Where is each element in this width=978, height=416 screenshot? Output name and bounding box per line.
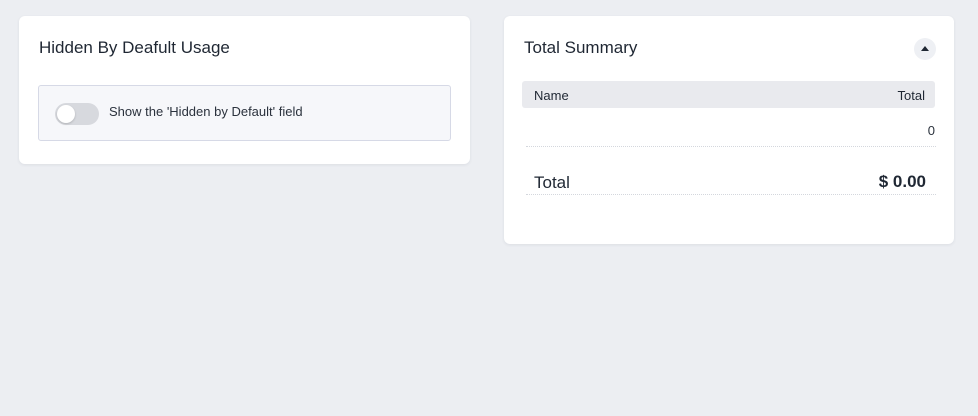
show-hidden-field-label[interactable]: Show the 'Hidden by Default' field [109,104,303,120]
hidden-field-option-box: Show the 'Hidden by Default' field [38,85,451,141]
row-divider [526,146,936,147]
total-summary-card: Total Summary Name Total 0 Total $ 0.00 [504,16,954,244]
column-header-name: Name [534,88,569,103]
grand-total-value: $ 0.00 [878,172,926,191]
table-row-total-cell: 0 [927,123,935,138]
collapse-button[interactable] [914,38,936,60]
summary-table-header: Name Total [522,81,935,108]
hidden-by-default-card: Hidden By Deafult Usage Show the 'Hidden… [19,16,470,164]
summary-card-title: Total Summary [524,38,638,57]
total-divider [526,194,936,195]
toggle-knob [57,105,75,123]
hidden-card-title: Hidden By Deafult Usage [39,38,230,57]
grand-total-label: Total [534,173,570,192]
show-hidden-field-toggle[interactable] [55,103,99,125]
caret-up-icon [921,46,929,51]
column-header-total: Total [897,88,925,103]
